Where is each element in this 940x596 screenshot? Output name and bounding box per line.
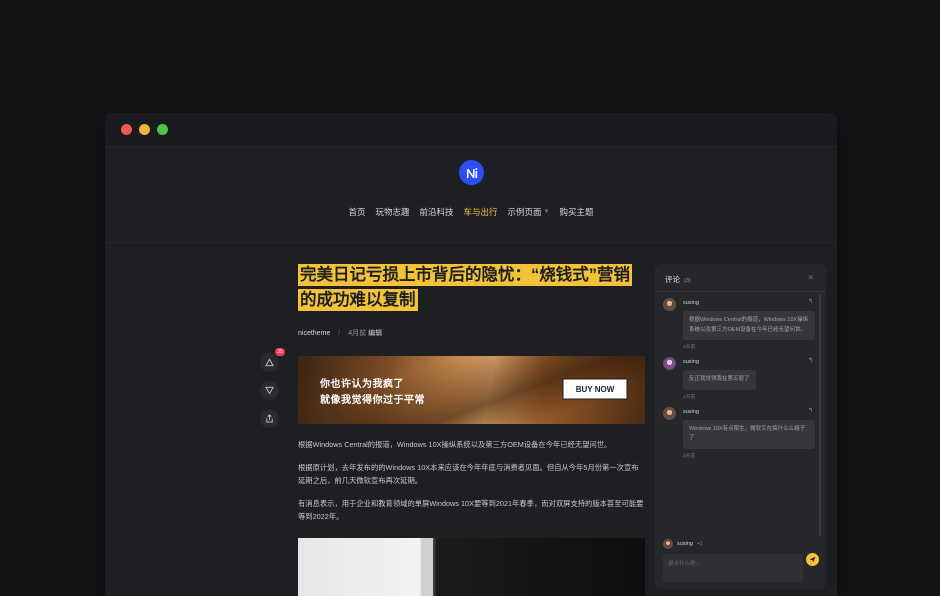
nav-label: 首页 xyxy=(348,207,366,217)
minimize-window-button[interactable] xyxy=(139,124,150,135)
publish-date-text: 4月前 xyxy=(348,330,367,337)
article-paragraph: 根据Windows Central的报道，Windows 10X操纵系统以及第三… xyxy=(298,440,612,449)
buy-now-button[interactable]: BUY NOW xyxy=(565,381,625,397)
comment-user[interactable]: suxing xyxy=(683,407,815,417)
share-button[interactable] xyxy=(260,409,279,428)
nav-item-buy-theme[interactable]: 购买主题 xyxy=(560,206,594,218)
comments-header: 评论 (3) xyxy=(665,274,691,285)
like-button[interactable]: 35 xyxy=(260,348,285,372)
dislike-button[interactable] xyxy=(260,381,279,400)
reply-icon[interactable]: ↰ xyxy=(808,407,813,414)
meta-separator: / xyxy=(338,329,341,337)
avatar[interactable] xyxy=(663,539,673,549)
article-paragraph: 有消息表示，用于企业和教育领域的单屏Windows 10X要等到2021年春季，… xyxy=(298,498,644,522)
comments-count: (3) xyxy=(684,278,691,284)
comment-item: suxing ↰ 反正我觉得我在第五层了 2天前 xyxy=(663,357,815,400)
article-paragraph: 根据原计划，去年发布的的Windows 10X本来应该在今年年底与消费者见面。但… xyxy=(298,462,639,486)
author-link[interactable]: nicetheme xyxy=(298,330,330,337)
article-title: 完美日记亏损上市背后的隐忧：“烧钱式”营销的成功难以复制 xyxy=(298,263,645,313)
comments-list: suxing ↰ 根据Windows Central的报道，Windows 10… xyxy=(663,298,815,466)
comment-item: suxing ↰ 根据Windows Central的报道，Windows 10… xyxy=(663,298,815,350)
side-actions: 35 xyxy=(260,348,285,428)
chevron-down-icon: ▼ xyxy=(543,209,550,215)
close-icon[interactable]: ✕ xyxy=(807,273,814,282)
nav-label: 前沿科技 xyxy=(419,207,454,217)
nav-item-home[interactable]: 首页 xyxy=(348,206,365,218)
comments-panel: 评论 (3) ✕ suxing ↰ 根据Windows Central的报道，W… xyxy=(655,264,826,589)
share-icon xyxy=(266,414,273,423)
nav-item-cars[interactable]: 车与出行 xyxy=(464,206,498,218)
nav-item-tech[interactable]: 前沿科技 xyxy=(420,206,454,218)
comments-scrollbar[interactable] xyxy=(819,294,821,536)
nav-label: 购买主题 xyxy=(559,207,594,217)
article-title-text: 完美日记亏损上市背后的隐忧：“烧钱式”营销的成功难以复制 xyxy=(298,264,632,311)
publish-date: 4月前 编辑 xyxy=(348,328,382,338)
main-content: 35 完美日记亏损上市背后的隐忧：“烧钱式”营销的成功难以复制 nicethem… xyxy=(105,243,837,596)
reply-icon[interactable]: ↰ xyxy=(808,298,813,305)
thumbs-up-icon xyxy=(265,358,274,367)
maximize-window-button[interactable] xyxy=(157,124,168,135)
site-header: 首页 玩物志趣 前沿科技 车与出行 示例页面 ▼ 购买主题 xyxy=(105,147,837,243)
avatar[interactable] xyxy=(663,406,676,420)
composer-user: suxing +1 xyxy=(663,539,818,549)
comment-item: suxing ↰ Windows 10X有点陌生，微软又在搞什么么蛾子了 2天前 xyxy=(663,406,815,459)
avatar[interactable] xyxy=(663,357,676,370)
nav-item-gadgets[interactable]: 玩物志趣 xyxy=(375,206,409,218)
edit-link[interactable]: 编辑 xyxy=(368,330,382,337)
comment-time: 2天前 xyxy=(683,394,696,400)
comments-title: 评论 xyxy=(665,275,680,284)
comment-user[interactable]: suxing xyxy=(683,298,815,308)
nav-label: 车与出行 xyxy=(463,207,498,217)
banner-line-1: 你也许认为我疯了 xyxy=(320,379,404,390)
ad-banner[interactable]: 你也许认为我疯了 就像我觉得你过于平常 BUY NOW xyxy=(298,356,645,424)
brand-logo[interactable] xyxy=(459,160,484,185)
nav-item-sample-pages[interactable]: 示例页面 ▼ xyxy=(508,206,550,218)
thumbs-down-icon xyxy=(265,386,274,395)
window-titlebar xyxy=(105,113,837,147)
avatar[interactable] xyxy=(663,298,676,311)
article-meta: nicetheme / 4月前 编辑 xyxy=(298,328,645,338)
browser-window: 首页 玩物志趣 前沿科技 车与出行 示例页面 ▼ 购买主题 35 完美日记亏损上市… xyxy=(105,113,837,596)
composer-plus: +1 xyxy=(696,541,703,547)
close-window-button[interactable] xyxy=(121,124,132,135)
comment-text: 反正我觉得我在第五层了 xyxy=(683,370,756,390)
comment-input[interactable] xyxy=(663,554,803,582)
send-icon xyxy=(809,556,816,563)
comments-divider xyxy=(655,291,826,292)
logo-icon xyxy=(466,167,477,178)
comment-composer: suxing +1 xyxy=(663,539,819,587)
composer-username: suxing xyxy=(677,541,693,547)
like-count-badge: 35 xyxy=(275,348,285,356)
reply-icon[interactable]: ↰ xyxy=(808,357,813,364)
article: 完美日记亏损上市背后的隐忧：“烧钱式”营销的成功难以复制 nicetheme /… xyxy=(298,263,645,596)
nav-label: 玩物志趣 xyxy=(375,207,410,217)
comment-user[interactable]: suxing xyxy=(683,357,815,367)
comment-time: 2天前 xyxy=(683,453,696,459)
article-image xyxy=(298,537,645,596)
nav-label: 示例页面 xyxy=(507,207,542,217)
banner-line-2: 就像我觉得你过于平常 xyxy=(320,395,425,406)
comment-time: 2天前 xyxy=(683,345,696,350)
comment-text: Windows 10X有点陌生，微软又在搞什么么蛾子了 xyxy=(683,419,815,449)
send-button[interactable] xyxy=(806,553,819,566)
comment-text: 根据Windows Central的报道，Windows 10X操纵系统以及第三… xyxy=(683,311,815,340)
main-nav: 首页 玩物志趣 前沿科技 车与出行 示例页面 ▼ 购买主题 xyxy=(105,206,837,218)
